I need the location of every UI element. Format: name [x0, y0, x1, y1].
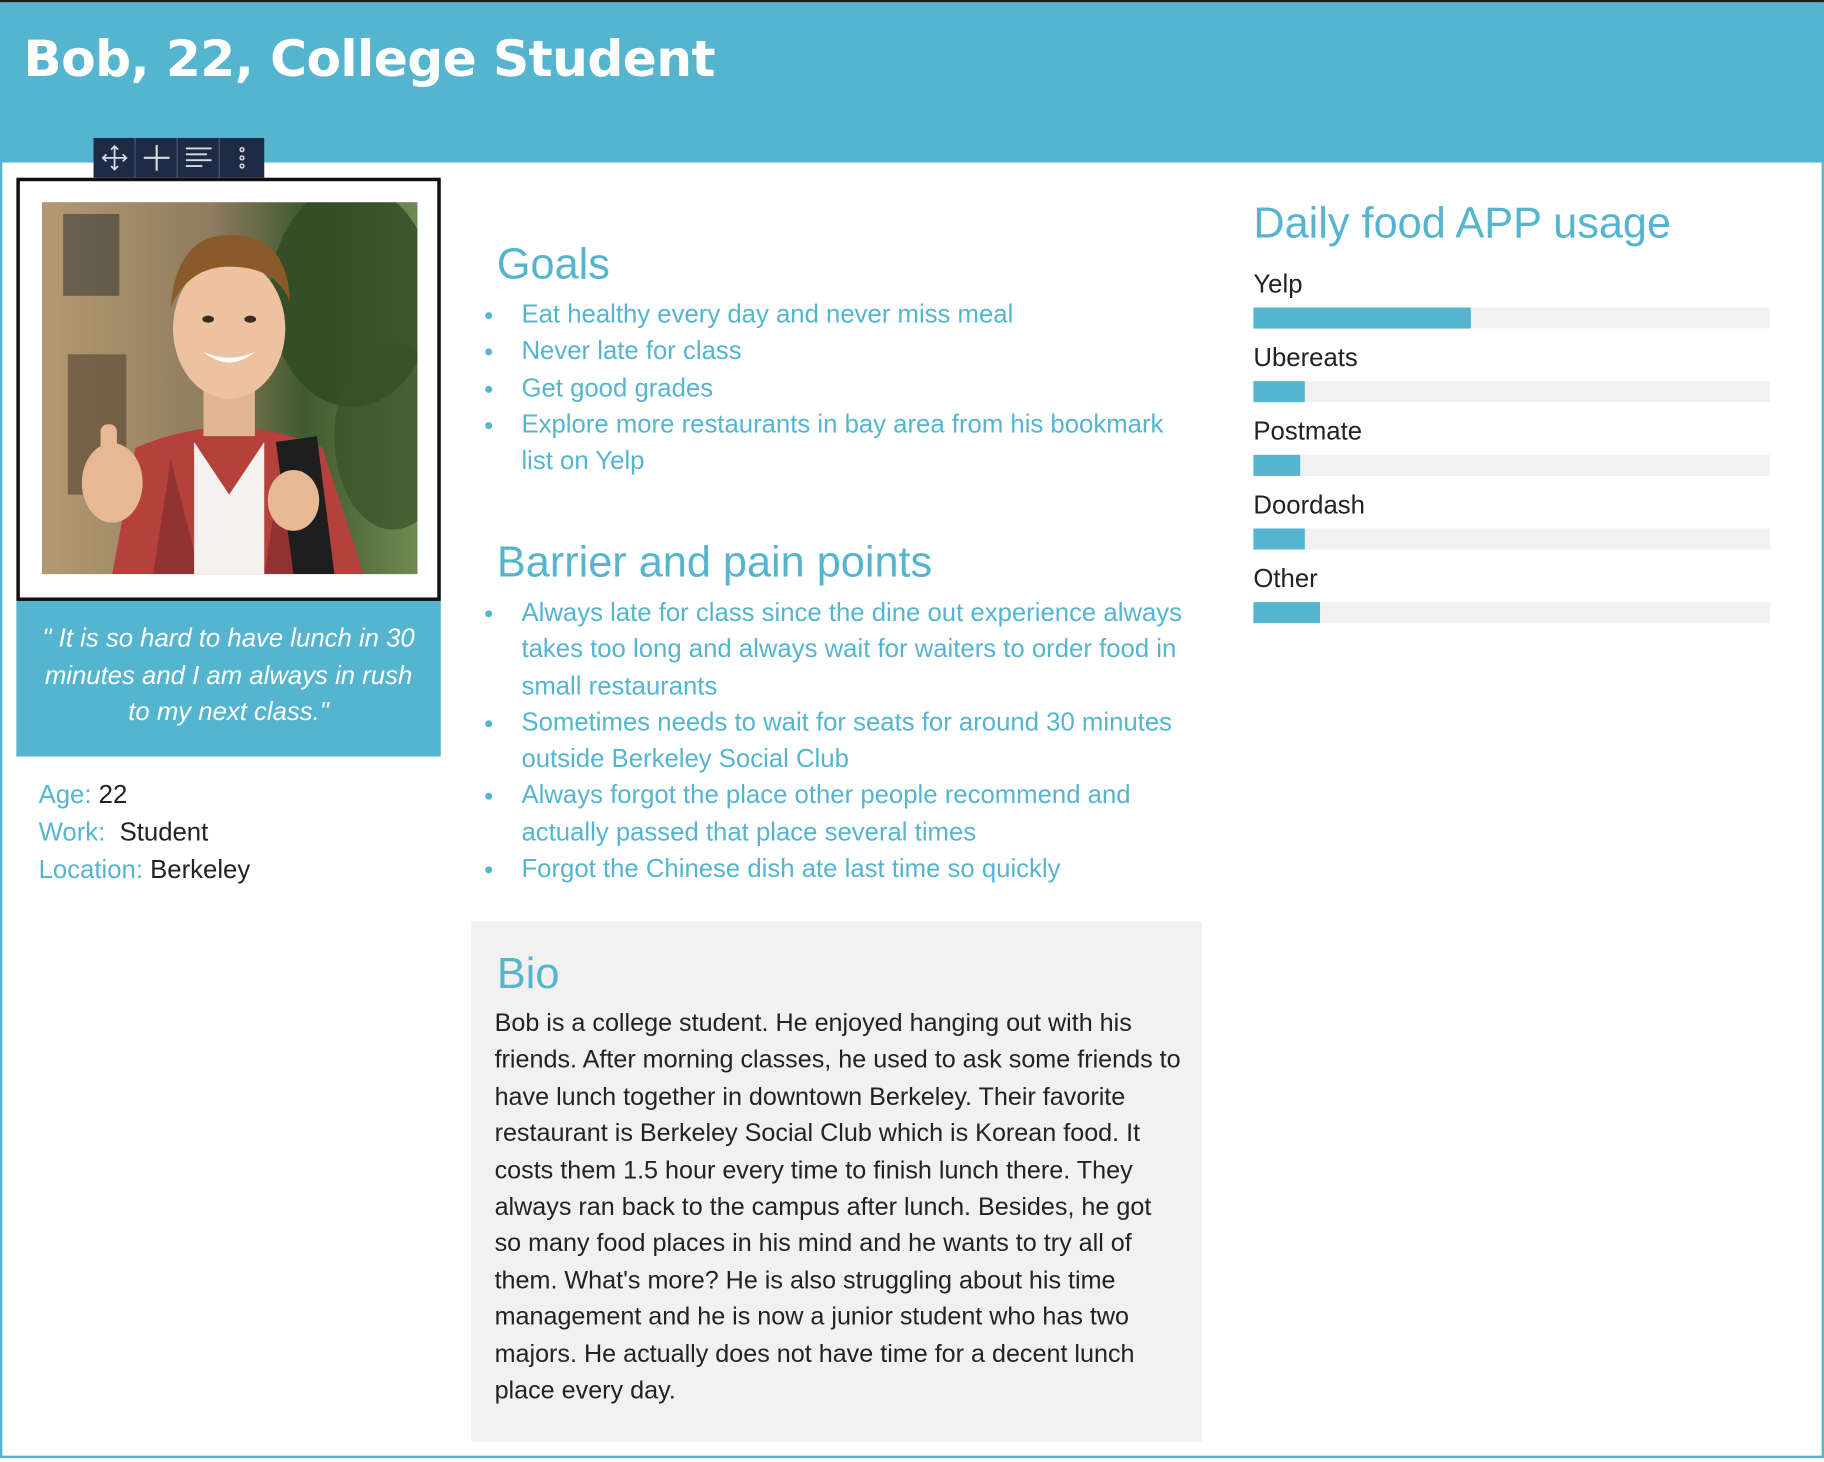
list-item: Explore more restaurants in bay area fro…: [474, 406, 1193, 479]
align-icon: [185, 147, 212, 167]
persona-quote: " It is so hard to have lunch in 30 minu…: [16, 600, 441, 757]
usage-label: Other: [1253, 563, 1318, 593]
goals-title: Goals: [496, 239, 610, 288]
page-title: Bob, 22, College Student: [23, 30, 715, 89]
barriers-list: Always late for class since the dine out…: [474, 594, 1193, 887]
list-item: Always late for class since the dine out…: [474, 594, 1193, 704]
fact-location: Location: Berkeley: [39, 851, 251, 888]
add-button[interactable]: [136, 137, 178, 178]
goals-section: Goals Eat healthy every day and never mi…: [474, 240, 1193, 479]
fact-label: Age:: [38, 779, 92, 810]
usage-bar-fill: [1253, 307, 1471, 329]
fact-value: Berkeley: [150, 854, 251, 884]
move-button[interactable]: [94, 137, 136, 178]
list-item: Forgot the Chinese dish ate last time so…: [474, 850, 1193, 887]
usage-bar-track: [1253, 381, 1771, 403]
fact-label: Location:: [38, 854, 143, 884]
usage-label: Postmate: [1253, 416, 1363, 446]
fact-label: Work:: [38, 817, 106, 847]
usage-label: Yelp: [1253, 268, 1303, 299]
fact-value: Student: [119, 817, 209, 847]
list-item: Eat healthy every day and never miss mea…: [474, 296, 1193, 333]
usage-item-other: Other: [1253, 563, 1771, 638]
usage-bar-fill: [1253, 381, 1306, 403]
move-icon: [101, 144, 127, 171]
bio-text: Bob is a college student. He enjoyed han…: [494, 1009, 1181, 1405]
fact-age: Age: 22: [39, 776, 251, 813]
usage-bar-track: [1253, 602, 1771, 624]
photo-frame: [16, 177, 441, 601]
more-icon: [239, 147, 245, 169]
align-button[interactable]: [178, 137, 220, 178]
usage-bar-track: [1253, 528, 1771, 550]
header-banner: Bob, 22, College Student: [0, 2, 1824, 163]
list-item: Never late for class: [474, 332, 1193, 369]
goals-list: Eat healthy every day and never miss mea…: [474, 296, 1193, 479]
bio-title: Bio: [496, 949, 560, 998]
usage-item-doordash: Doordash: [1253, 489, 1771, 564]
barriers-title: Barrier and pain points: [496, 537, 933, 586]
list-item: Sometimes needs to wait for seats for ar…: [474, 704, 1193, 777]
persona-photo: [42, 202, 418, 575]
usage-bar-fill: [1253, 454, 1300, 476]
block-toolbar: [93, 137, 265, 178]
usage-item-yelp: Yelp: [1253, 268, 1771, 343]
usage-bar-track: [1253, 454, 1771, 476]
plus-icon: [143, 144, 169, 171]
list-item: Always forgot the place other people rec…: [474, 777, 1193, 850]
usage-bar-fill: [1253, 528, 1306, 550]
usage-section: Daily food APP usage Yelp Ubereats Postm…: [1253, 198, 1771, 638]
usage-item-ubereats: Ubereats: [1253, 342, 1771, 417]
fact-work: Work: Student: [39, 814, 251, 851]
usage-label: Ubereats: [1253, 342, 1358, 372]
list-item: Get good grades: [474, 369, 1193, 406]
usage-label: Doordash: [1253, 489, 1365, 520]
persona-facts: Age: 22 Work: Student Location: Berkeley: [39, 776, 251, 888]
usage-title: Daily food APP usage: [1253, 198, 1672, 247]
barriers-section: Barrier and pain points Always late for …: [474, 538, 1193, 887]
more-button[interactable]: [220, 138, 264, 178]
usage-bar-track: [1253, 307, 1771, 329]
fact-value: 22: [98, 779, 128, 810]
usage-bar-fill: [1253, 602, 1321, 624]
bio-section: Bio Bob is a college student. He enjoyed…: [471, 921, 1202, 1442]
usage-item-postmate: Postmate: [1253, 416, 1771, 490]
